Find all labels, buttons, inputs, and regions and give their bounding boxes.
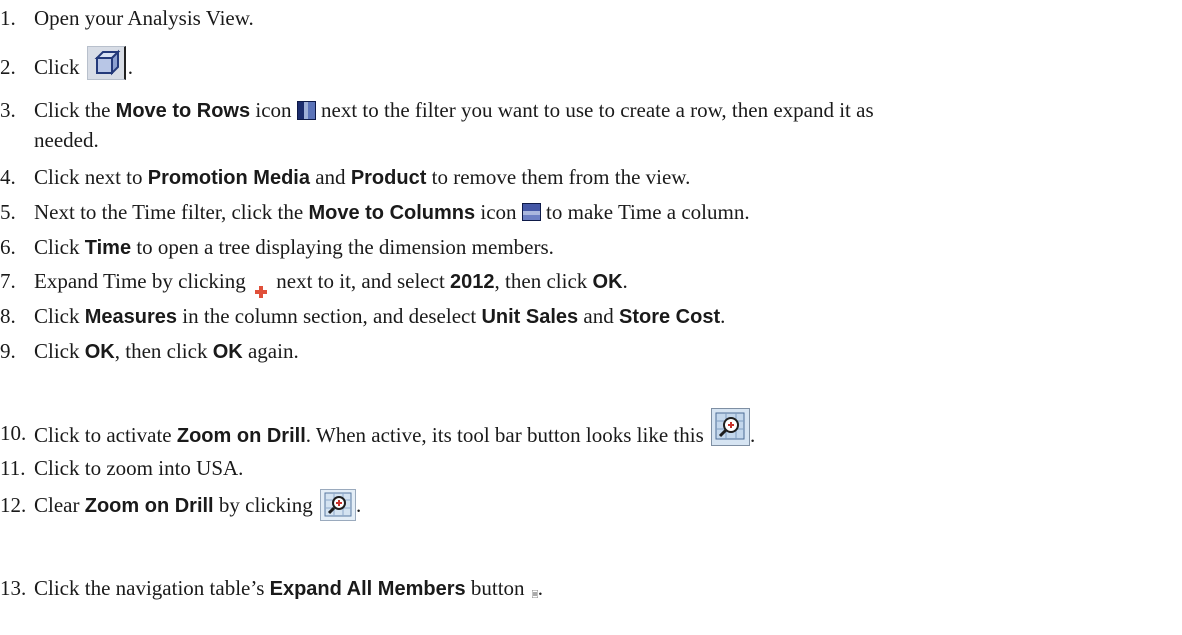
- step-text: Click next to Promotion Media and Produc…: [34, 165, 691, 189]
- step-text: Open your Analysis View.: [34, 6, 254, 30]
- step-text: Click to zoom into USA.: [34, 456, 244, 480]
- step-number: 10.: [0, 421, 27, 445]
- zoom-on-drill-icon: [711, 408, 750, 446]
- zoom-on-drill-icon: [320, 489, 357, 522]
- step-number: 13.: [0, 576, 27, 600]
- step-text: Click Time to open a tree displaying the…: [34, 235, 554, 259]
- move-to-rows-icon: [296, 100, 316, 120]
- step-number: 5.: [0, 200, 16, 224]
- step-number: 11.: [0, 456, 26, 480]
- expand-all-members-icon: [531, 576, 539, 599]
- step-number: 12.: [0, 493, 27, 517]
- step-number: 2.: [0, 55, 16, 79]
- step-text: Click to activate Zoom on Drill. When ac…: [34, 408, 755, 456]
- move-to-columns-icon: [521, 203, 541, 222]
- step-text: Next to the Time filter, click the Move …: [34, 200, 750, 224]
- step-text: Click OK, then click OK again.: [34, 339, 299, 363]
- step-text: Click Measures in the column section, an…: [34, 304, 726, 328]
- step-text: Click .: [34, 46, 133, 86]
- step-number: 8.: [0, 304, 16, 328]
- step-number: 6.: [0, 235, 16, 259]
- step-text: Click the navigation table’s Expand All …: [34, 576, 544, 600]
- step-number: 9.: [0, 339, 16, 363]
- step-number: 1.: [0, 6, 16, 30]
- step-number: 3.: [0, 98, 16, 122]
- plus-icon: [255, 276, 267, 299]
- cube-icon: [86, 46, 126, 81]
- instruction-list: 1. Open your Analysis View. 2. Click . 3…: [0, 0, 1182, 635]
- step-text: Clear Zoom on Drill by clicking .: [34, 489, 361, 523]
- step-number: 7.: [0, 269, 16, 293]
- step-text: Click the Move to Rows icon next to the …: [34, 98, 874, 122]
- step-text: Expand Time by clicking next to it, and …: [34, 266, 628, 299]
- step-number: 4.: [0, 165, 16, 189]
